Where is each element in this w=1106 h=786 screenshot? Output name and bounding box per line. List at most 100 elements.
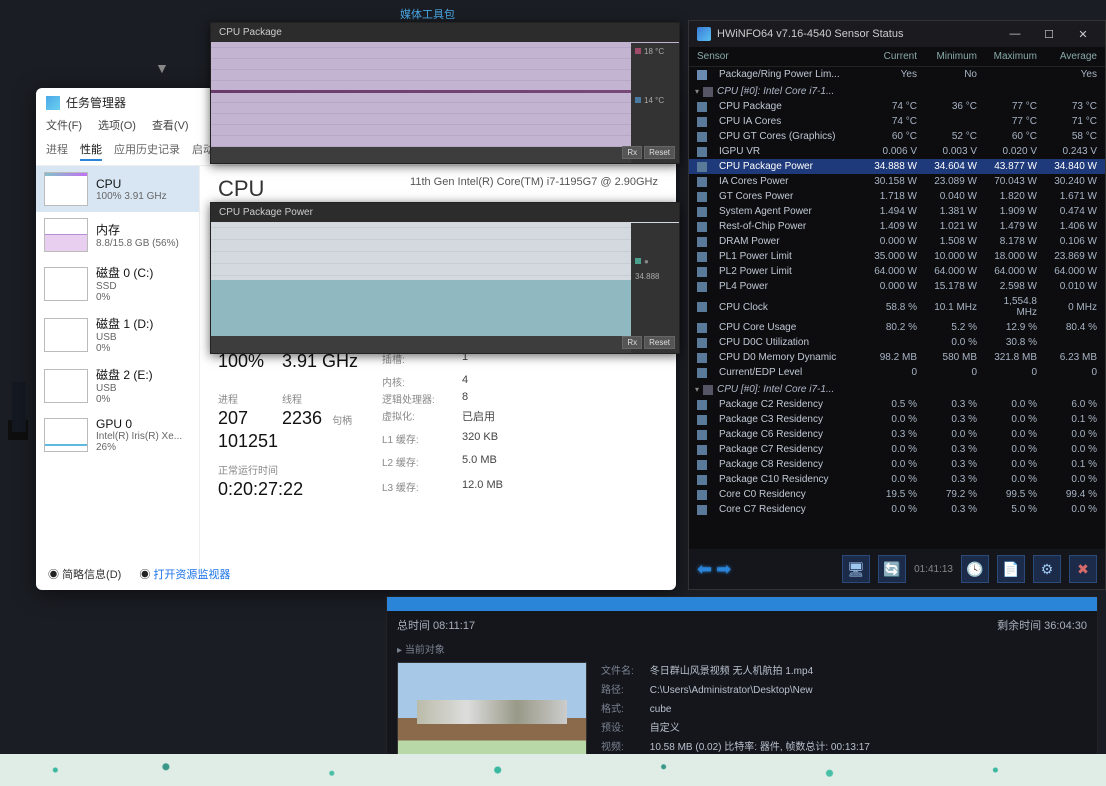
minimize-button[interactable]: — xyxy=(1001,28,1029,40)
sidebar-item-disk0[interactable]: 磁盘 0 (C:)SSD0% xyxy=(36,258,199,309)
sensor-row[interactable]: CPU Core Usage80.2 %5.2 %12.9 %80.4 % xyxy=(689,320,1105,335)
sidebar-item-disk2[interactable]: 磁盘 2 (E:)USB0% xyxy=(36,360,199,411)
memory-sparkline xyxy=(44,218,88,252)
filter-icon[interactable]: ▼ xyxy=(155,60,169,76)
sensor-row[interactable]: Package C6 Residency0.3 %0.0 %0.0 %0.0 % xyxy=(689,427,1105,442)
graph1-reset-button[interactable]: Reset xyxy=(644,146,675,159)
side-disk2-sub: USB xyxy=(96,383,153,394)
sensor-row[interactable]: Package C8 Residency0.0 %0.3 %0.0 %0.1 % xyxy=(689,457,1105,472)
sensor-row[interactable]: Package C10 Residency0.0 %0.3 %0.0 %0.0 … xyxy=(689,472,1105,487)
toolbar-refresh-button[interactable]: 🔄 xyxy=(878,555,906,583)
sensor-row[interactable]: Core C0 Residency19.5 %79.2 %99.5 %99.4 … xyxy=(689,487,1105,502)
sensor-row[interactable]: DRAM Power0.000 W1.508 W8.178 W0.106 W xyxy=(689,234,1105,249)
sensor-icon xyxy=(697,282,707,292)
hwinfo-toolbar[interactable]: ⬅ ➡ 🖥 🔄 01:41:13 🕓 📄 ⚙ ✖ xyxy=(689,549,1105,589)
sensor-row[interactable]: IA Cores Power30.158 W23.089 W70.043 W30… xyxy=(689,174,1105,189)
graph2-title[interactable]: CPU Package Power xyxy=(211,203,679,222)
sensor-row[interactable]: Current/EDP Level0000 xyxy=(689,365,1105,380)
sensor-icon xyxy=(697,207,707,217)
sensor-row[interactable]: PL1 Power Limit35.000 W10.000 W18.000 W2… xyxy=(689,249,1105,264)
video-thumbnail[interactable] xyxy=(397,662,587,766)
sidebar-item-memory[interactable]: 内存8.8/15.8 GB (56%) xyxy=(36,212,199,258)
sensor-icon xyxy=(697,302,707,312)
toolbar-log-button[interactable]: 📄 xyxy=(997,555,1025,583)
sensor-row[interactable]: CPU Package74 °C36 °C77 °C73 °C xyxy=(689,99,1105,114)
disk0-sparkline xyxy=(44,267,88,301)
sensor-row[interactable]: Rest-of-Chip Power1.409 W1.021 W1.479 W1… xyxy=(689,219,1105,234)
hwinfo-body[interactable]: Package/Ring Power Lim... YesNoYes CPU [… xyxy=(689,67,1105,549)
open-resmon-link[interactable]: ◉ 打开资源监视器 xyxy=(139,566,230,582)
graph1-title[interactable]: CPU Package xyxy=(211,23,679,42)
sensor-row[interactable]: PL4 Power0.000 W15.178 W2.598 W0.010 W xyxy=(689,279,1105,294)
forward-button[interactable]: ➡ xyxy=(716,559,731,580)
sensor-row[interactable]: System Agent Power1.494 W1.381 W1.909 W0… xyxy=(689,204,1105,219)
performance-sidebar[interactable]: CPU100% 3.91 GHz 内存8.8/15.8 GB (56%) 磁盘 … xyxy=(36,166,200,578)
cpu-package-graph-window[interactable]: CPU Package 18 °C 14 °C RxReset xyxy=(210,22,680,164)
sensor-icon xyxy=(697,338,707,348)
toolbar-time: 01:41:13 xyxy=(914,564,953,575)
sensor-icon xyxy=(697,177,707,187)
graph2-reset-button[interactable]: Reset xyxy=(644,336,675,349)
side-mem-label: 内存 xyxy=(96,221,179,238)
sensor-row[interactable]: CPU D0 Memory Dynamic98.2 MB580 MB321.8 … xyxy=(689,350,1105,365)
disk2-sparkline xyxy=(44,369,88,403)
tab-processes[interactable]: 进程 xyxy=(46,141,68,161)
toolbar-close-button[interactable]: ✖ xyxy=(1069,555,1097,583)
sensor-icon xyxy=(697,445,707,455)
task-manager-title: 任务管理器 xyxy=(66,94,126,111)
close-button[interactable]: ✕ xyxy=(1069,28,1097,41)
menu-options[interactable]: 选项(O) xyxy=(98,117,136,133)
sensor-icon xyxy=(697,353,707,363)
graph1-rx-button[interactable]: Rx xyxy=(622,146,642,159)
sensor-row[interactable]: IGPU VR0.006 V0.003 V0.020 V0.243 V xyxy=(689,144,1105,159)
back-button[interactable]: ⬅ xyxy=(697,559,712,580)
sensor-row[interactable]: CPU Package Power34.888 W34.604 W43.877 … xyxy=(689,159,1105,174)
hwinfo-columns[interactable]: Sensor Current Minimum Maximum Average xyxy=(689,47,1105,67)
sensor-row[interactable]: CPU Clock58.8 %10.1 MHz1,554.8 MHz0 MHz xyxy=(689,294,1105,320)
cpu-package-power-window[interactable]: CPU Package Power 68.000 0.000 ● 34.888 … xyxy=(210,202,680,354)
sensor-row[interactable]: CPU GT Cores (Graphics)60 °C52 °C60 °C58… xyxy=(689,129,1105,144)
tab-performance[interactable]: 性能 xyxy=(80,141,102,161)
sensor-row[interactable]: Package C2 Residency0.5 %0.3 %0.0 %6.0 % xyxy=(689,397,1105,412)
cpu-model: 11th Gen Intel(R) Core(TM) i7-1195G7 @ 2… xyxy=(410,176,658,188)
graph1-legend: 18 °C 14 °C xyxy=(631,43,679,163)
sensor-icon xyxy=(697,323,707,333)
side-disk2-pct: 0% xyxy=(96,394,153,405)
menu-file[interactable]: 文件(F) xyxy=(46,117,82,133)
sensor-row[interactable]: GT Cores Power1.718 W0.040 W1.820 W1.671… xyxy=(689,189,1105,204)
sensor-group[interactable]: CPU [#0]: Intel Core i7-1... xyxy=(689,380,1105,397)
hwinfo-window[interactable]: HWiNFO64 v7.16-4540 Sensor Status — ☐ ✕ … xyxy=(688,20,1106,590)
sidebar-item-gpu0[interactable]: GPU 0Intel(R) Iris(R) Xe...26% xyxy=(36,411,199,459)
background-app-title: 媒体工具包 xyxy=(400,6,455,22)
sensor-row[interactable]: Package C7 Residency0.0 %0.3 %0.0 %0.0 % xyxy=(689,442,1105,457)
hwinfo-titlebar[interactable]: HWiNFO64 v7.16-4540 Sensor Status — ☐ ✕ xyxy=(689,21,1105,47)
toolbar-clock-button[interactable]: 🕓 xyxy=(961,555,989,583)
current-object-label: ▸ 当前对象 xyxy=(387,639,1097,662)
sidebar-item-disk1[interactable]: 磁盘 1 (D:)USB0% xyxy=(36,309,199,360)
sensor-row[interactable]: Package C3 Residency0.0 %0.3 %0.0 %0.1 % xyxy=(689,412,1105,427)
tab-app-history[interactable]: 应用历史记录 xyxy=(114,141,180,161)
graph1-canvas xyxy=(211,42,679,147)
sensor-row[interactable]: CPU IA Cores74 °C77 °C71 °C xyxy=(689,114,1105,129)
menu-view[interactable]: 查看(V) xyxy=(152,117,189,133)
background-strip-2 xyxy=(12,382,26,432)
sensor-icon xyxy=(697,70,707,80)
toolbar-settings-button[interactable]: ⚙ xyxy=(1033,555,1061,583)
gpu0-sparkline xyxy=(44,418,88,452)
sidebar-item-cpu[interactable]: CPU100% 3.91 GHz xyxy=(36,166,199,212)
sensor-row[interactable]: CPU D0C Utilization0.0 %30.8 % xyxy=(689,335,1105,350)
graph2-rx-button[interactable]: Rx xyxy=(622,336,642,349)
sensor-icon xyxy=(697,237,707,247)
progress-bar[interactable] xyxy=(387,597,1097,611)
sensor-row[interactable]: Core C7 Residency0.0 %0.3 %5.0 %0.0 % xyxy=(689,502,1105,517)
side-disk1-label: 磁盘 1 (D:) xyxy=(96,315,153,332)
side-cpu-sub: 100% 3.91 GHz xyxy=(96,191,167,202)
side-mem-sub: 8.8/15.8 GB (56%) xyxy=(96,238,179,249)
sensor-group[interactable]: CPU [#0]: Intel Core i7-1... xyxy=(689,82,1105,99)
sensor-row[interactable]: Package/Ring Power Lim... YesNoYes xyxy=(689,67,1105,82)
toolbar-display-button[interactable]: 🖥 xyxy=(842,555,870,583)
fewer-details-link[interactable]: ◉ 简略信息(D) xyxy=(48,566,121,582)
sensor-row[interactable]: PL2 Power Limit64.000 W64.000 W64.000 W6… xyxy=(689,264,1105,279)
encoder-panel[interactable]: 总时间 08:11:17 剩余时间 36:04:30 ▸ 当前对象 文件名: 冬… xyxy=(386,596,1098,756)
maximize-button[interactable]: ☐ xyxy=(1035,28,1063,41)
